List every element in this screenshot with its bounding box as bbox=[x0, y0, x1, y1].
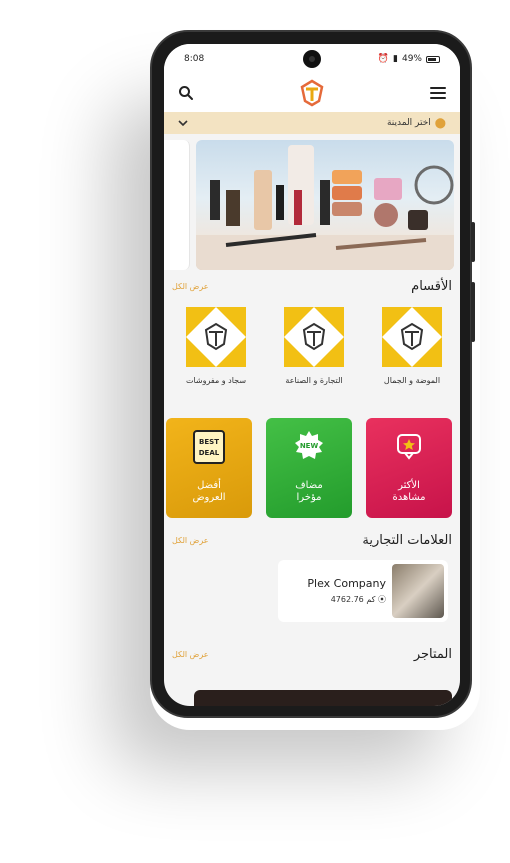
brand-image bbox=[392, 564, 444, 618]
volume-button bbox=[471, 222, 475, 262]
power-button bbox=[471, 282, 475, 342]
status-bar: 8:08 ⏰ ▮ 49% bbox=[164, 44, 460, 74]
category-item[interactable]: التجارة و الصناعة bbox=[274, 304, 354, 398]
city-label-group: ⬤ اختر المدينة bbox=[387, 118, 446, 129]
category-item[interactable]: سجاد و مفروشات bbox=[176, 304, 256, 398]
categories-view-all-link[interactable]: عرض الكل bbox=[172, 282, 209, 291]
recently-added-tile[interactable]: NEW مضاف مؤخرا bbox=[266, 418, 352, 518]
categories-header: الأقسام عرض الكل bbox=[164, 274, 460, 298]
svg-text:BEST: BEST bbox=[199, 438, 219, 446]
new-badge-text: NEW bbox=[300, 442, 319, 450]
stores-view-all-link[interactable]: عرض الكل bbox=[172, 650, 209, 659]
category-item[interactable]: الموضة و الجمال bbox=[372, 304, 452, 398]
star-bubble-icon bbox=[397, 434, 421, 460]
brands-header: العلامات التجارية عرض الكل bbox=[164, 528, 460, 552]
status-icons: ⏰ ▮ 49% bbox=[378, 54, 440, 64]
stores-header: المتاجر عرض الكل bbox=[164, 642, 460, 666]
svg-text:DEAL: DEAL bbox=[199, 449, 220, 457]
brand-name: Plex Company bbox=[307, 577, 386, 590]
store-card-preview[interactable] bbox=[194, 690, 452, 706]
tile-line2: العروض bbox=[192, 492, 226, 503]
banner-carousel[interactable] bbox=[164, 140, 460, 274]
cosmetics-illustration bbox=[196, 145, 454, 270]
most-viewed-tile[interactable]: الأكثر مشاهدة bbox=[366, 418, 452, 518]
chevron-down-icon[interactable] bbox=[178, 120, 188, 126]
city-label: اختر المدينة bbox=[386, 118, 431, 128]
app-screen: 8:08 ⏰ ▮ 49% ⬤ اختر المدينة الأقسام عرض … bbox=[164, 44, 460, 706]
status-time: 8:08 bbox=[184, 54, 205, 64]
categories-title: الأقسام bbox=[411, 278, 452, 294]
categories-list[interactable]: الموضة و الجمال التجارة و الصناعة سجاد و… bbox=[164, 298, 460, 398]
brand-info: Plex Company 4762.76 كم ⦿ bbox=[282, 577, 386, 605]
banner-previous-slide[interactable] bbox=[164, 140, 190, 270]
category-carpets-icon bbox=[186, 307, 246, 367]
battery-percent: 49% bbox=[401, 54, 422, 64]
best-deal-icon: BEST DEAL bbox=[193, 430, 225, 464]
category-label: سجاد و مفروشات bbox=[185, 376, 247, 385]
search-icon[interactable] bbox=[178, 85, 194, 101]
brand-distance: 4762.76 كم ⦿ bbox=[330, 595, 386, 604]
battery-icon bbox=[426, 55, 440, 63]
category-label: التجارة و الصناعة bbox=[285, 376, 343, 385]
front-camera bbox=[303, 50, 321, 68]
brands-title: العلامات التجارية bbox=[362, 532, 452, 548]
category-label: الموضة و الجمال bbox=[383, 376, 441, 385]
banner-image[interactable] bbox=[196, 140, 454, 270]
page: 8:08 ⏰ ▮ 49% ⬤ اختر المدينة الأقسام عرض … bbox=[0, 0, 510, 863]
tile-line2: مؤخرا bbox=[296, 492, 322, 503]
app-logo[interactable] bbox=[298, 79, 326, 107]
alarm-icon: ⏰ bbox=[377, 54, 390, 64]
brands-view-all-link[interactable]: عرض الكل bbox=[172, 536, 209, 545]
phone-frame: 8:08 ⏰ ▮ 49% ⬤ اختر المدينة الأقسام عرض … bbox=[150, 30, 475, 718]
new-badge-icon: NEW bbox=[295, 431, 323, 459]
signal-icon: ▮ bbox=[393, 54, 398, 64]
menu-icon[interactable] bbox=[430, 87, 446, 99]
tile-line1: مضاف bbox=[295, 480, 323, 491]
category-fashion-icon bbox=[382, 307, 442, 367]
location-pin-icon: ⬤ bbox=[434, 117, 446, 129]
tile-line1: الأكثر bbox=[398, 480, 420, 491]
stores-title: المتاجر bbox=[413, 646, 452, 662]
featured-tiles: الأكثر مشاهدة NEW مضاف مؤخرا BEST DEAL أ… bbox=[164, 418, 460, 520]
category-trade-icon bbox=[284, 307, 344, 367]
tile-line2: مشاهدة bbox=[392, 492, 426, 503]
app-header bbox=[164, 74, 460, 112]
best-deals-tile[interactable]: BEST DEAL أفضل العروض bbox=[166, 418, 252, 518]
brand-card[interactable]: Plex Company 4762.76 كم ⦿ bbox=[278, 560, 448, 622]
city-selector[interactable]: ⬤ اختر المدينة bbox=[164, 112, 460, 134]
location-pin-icon: ⦿ bbox=[378, 595, 386, 604]
tile-line1: أفضل bbox=[197, 480, 221, 491]
